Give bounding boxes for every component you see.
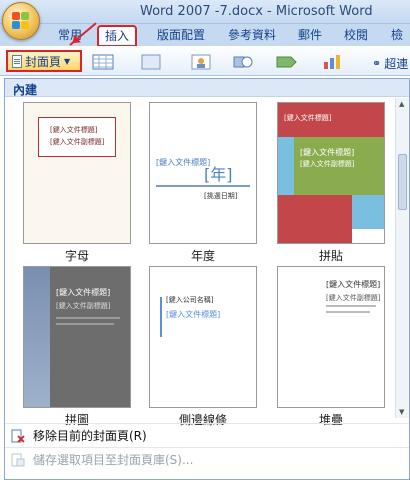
ribbon-tabs: 常用 插入 版面配置 參考資料 郵件 校閱 檢 bbox=[0, 24, 410, 47]
save-to-gallery-icon bbox=[11, 453, 25, 466]
scroll-down-icon[interactable]: ▼ bbox=[399, 408, 404, 416]
chevron-down-icon: ▼ bbox=[64, 56, 71, 66]
tab-page-layout[interactable]: 版面配置 bbox=[150, 26, 212, 46]
template-alphabet-preview: [鍵入文件標題] [鍵入文件副標題] bbox=[23, 102, 131, 244]
hyperlink-button[interactable]: ⚭ 超連 bbox=[372, 55, 408, 72]
gallery-scrollbar[interactable]: ▲ ▼ bbox=[395, 98, 409, 418]
remove-cover-page-item[interactable]: 移除目前的封面頁(R) bbox=[5, 423, 409, 447]
shapes-icon[interactable] bbox=[232, 54, 254, 70]
template-mosaic[interactable]: [鍵入文件標題] [鍵入文件標題] [鍵入文件副標題] 拼貼 bbox=[277, 102, 385, 264]
tile-bottom-right bbox=[352, 195, 384, 229]
template-annual[interactable]: [鍵入文件標題] [年] [挑選日期] 年度 bbox=[149, 102, 257, 264]
template-grid: [鍵入文件標題] [鍵入文件副標題] 字母 [鍵入文件標題] [年] [挑選日期… bbox=[5, 98, 397, 427]
puzzle-strip bbox=[24, 267, 50, 407]
template-mosaic-caption: 拼貼 bbox=[318, 249, 343, 263]
template-alphabet-caption: 字母 bbox=[64, 249, 89, 263]
tab-references[interactable]: 參考資料 bbox=[222, 26, 282, 46]
scrollbar-thumb[interactable] bbox=[398, 154, 407, 210]
template-mosaic-subtitle: [鍵入文件副標題] bbox=[300, 160, 355, 168]
text-line bbox=[326, 305, 376, 307]
template-annual-title: [鍵入文件標題] bbox=[156, 158, 211, 167]
tile-bottom bbox=[278, 195, 352, 243]
chart-icon[interactable] bbox=[322, 54, 344, 70]
tile-left bbox=[278, 137, 294, 195]
template-annual-preview: [鍵入文件標題] [年] [挑選日期] bbox=[149, 102, 257, 244]
clipart-icon[interactable] bbox=[190, 54, 212, 70]
divider-line bbox=[156, 185, 250, 187]
template-annual-date: [挑選日期] bbox=[204, 192, 238, 200]
hyperlink-icon: ⚭ bbox=[372, 57, 382, 70]
picture-icon[interactable] bbox=[140, 54, 162, 70]
save-to-gallery-label: 儲存選取項目至封面頁庫(S)... bbox=[33, 453, 194, 467]
title-bar: Word 2007 -7.docx - Microsoft Word bbox=[0, 0, 410, 24]
tab-review[interactable]: 校閱 bbox=[338, 26, 374, 46]
template-stacks-title: [鍵入文件標題] bbox=[326, 280, 381, 289]
template-alphabet[interactable]: [鍵入文件標題] [鍵入文件副標題] 字母 bbox=[23, 102, 131, 264]
template-sideline-title: [鍵入文件標題] bbox=[166, 310, 221, 319]
template-stacks-subtitle: [鍵入文件副標題] bbox=[326, 294, 381, 302]
table-icon[interactable] bbox=[92, 54, 114, 70]
template-stacks-preview: [鍵入文件標題] [鍵入文件副標題] bbox=[277, 266, 385, 408]
text-line bbox=[56, 317, 120, 319]
template-alphabet-subtitle: [鍵入文件副標題] bbox=[50, 138, 105, 146]
template-puzzle-title: [鍵入文件標題] bbox=[56, 288, 111, 297]
cover-page-icon bbox=[12, 54, 22, 68]
cover-page-label: 封面頁 bbox=[25, 54, 62, 69]
template-alphabet-title: [鍵入文件標題] bbox=[50, 126, 98, 134]
remove-page-icon bbox=[11, 429, 25, 443]
ribbon: 封面頁 ▼ ⚭ 超連 bbox=[0, 46, 410, 76]
remove-cover-page-label: 移除目前的封面頁(R) bbox=[33, 429, 147, 443]
template-sideline-preview: [鍵入公司名稱] [鍵入文件標題] bbox=[149, 266, 257, 408]
tab-insert[interactable]: 插入 bbox=[97, 25, 137, 47]
template-mosaic-preview: [鍵入文件標題] [鍵入文件標題] [鍵入文件副標題] bbox=[277, 102, 385, 244]
save-to-gallery-item[interactable]: 儲存選取項目至封面頁庫(S)... bbox=[5, 447, 409, 471]
template-puzzle[interactable]: [鍵入文件標題] [鍵入文件副標題] 拼圖 bbox=[23, 266, 131, 428]
side-line bbox=[160, 297, 162, 337]
cover-page-button[interactable]: 封面頁 ▼ bbox=[6, 50, 82, 72]
hyperlink-label: 超連 bbox=[384, 57, 409, 71]
template-sideline-company: [鍵入公司名稱] bbox=[166, 296, 214, 304]
scroll-up-icon[interactable]: ▲ bbox=[399, 100, 404, 108]
template-annual-year: [年] bbox=[204, 165, 233, 184]
text-line bbox=[326, 311, 370, 313]
template-stacks[interactable]: [鍵入文件標題] [鍵入文件副標題] 堆疊 bbox=[277, 266, 385, 428]
template-mosaic-title: [鍵入文件標題] bbox=[284, 114, 332, 122]
smartart-icon[interactable] bbox=[276, 54, 298, 70]
template-puzzle-preview: [鍵入文件標題] [鍵入文件副標題] bbox=[23, 266, 131, 408]
text-line bbox=[56, 323, 114, 325]
office-logo-icon bbox=[12, 12, 30, 30]
cover-page-gallery: 內建 [鍵入文件標題] [鍵入文件副標題] 字母 [鍵入文件標題] [年] [挑… bbox=[4, 78, 410, 480]
template-mosaic-title-2: [鍵入文件標題] bbox=[300, 148, 355, 157]
template-puzzle-subtitle: [鍵入文件副標題] bbox=[56, 302, 111, 310]
template-annual-caption: 年度 bbox=[190, 249, 215, 263]
gallery-menu: 移除目前的封面頁(R) 儲存選取項目至封面頁庫(S)... bbox=[5, 423, 409, 471]
gallery-header: 內建 bbox=[5, 79, 409, 97]
template-sideline[interactable]: [鍵入公司名稱] [鍵入文件標題] 側邊線條 bbox=[149, 266, 257, 428]
tab-mailings[interactable]: 郵件 bbox=[292, 26, 328, 46]
office-button[interactable] bbox=[2, 2, 40, 40]
window-title: Word 2007 -7.docx - Microsoft Word bbox=[140, 4, 373, 19]
tab-view[interactable]: 檢 bbox=[384, 26, 410, 46]
